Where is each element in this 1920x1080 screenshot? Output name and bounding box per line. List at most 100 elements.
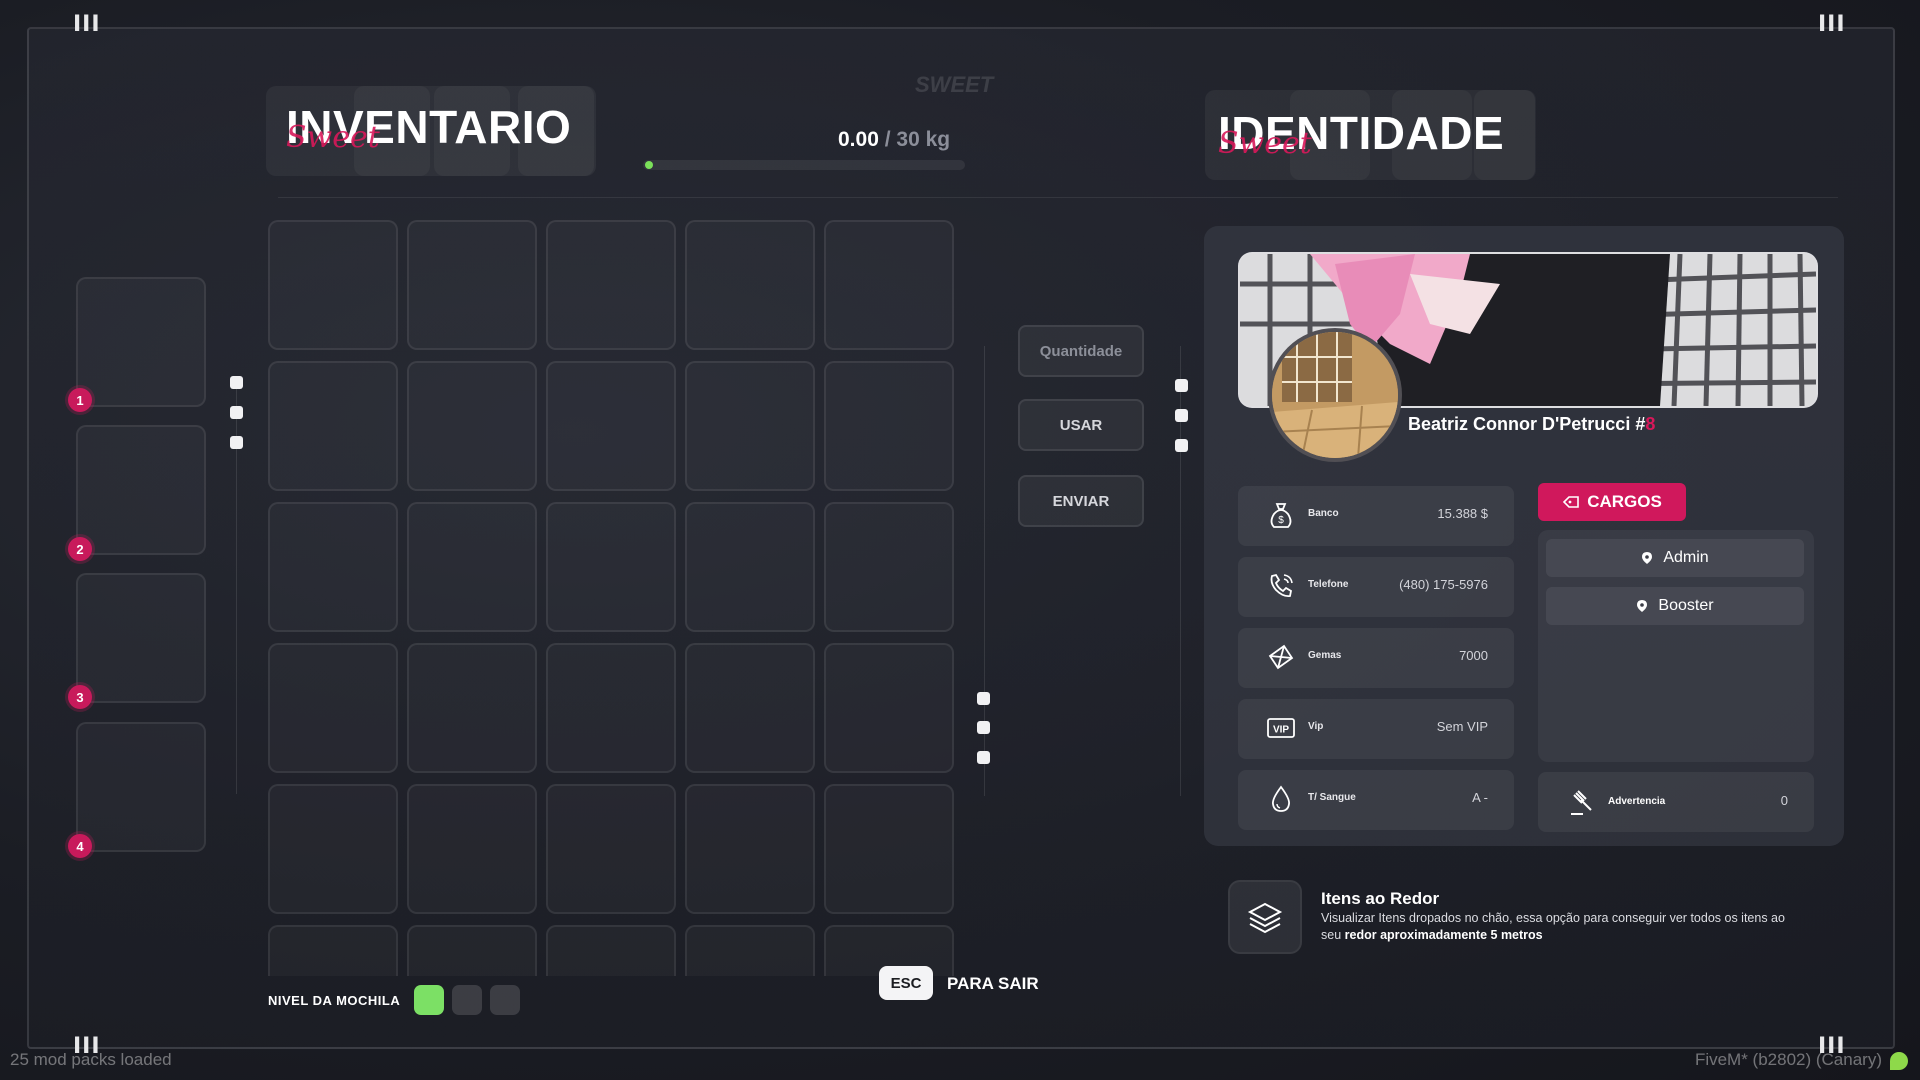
exit-label: PARA SAIR [947,974,1039,993]
backpack-level-1 [414,985,444,1015]
blood-drop-icon [1272,785,1290,812]
nearby-items-title: Itens ao Redor [1321,889,1440,908]
header-divider [278,197,1838,198]
cargos-button[interactable]: CARGOS [1538,483,1686,521]
inventory-slot[interactable] [407,784,537,914]
profile-avatar [1268,328,1402,462]
stat-label: T/ Sangue [1308,792,1356,803]
inventory-slot[interactable] [407,220,537,350]
role-item: Booster [1546,587,1804,625]
inventory-slot[interactable] [685,361,815,491]
nearby-items-button[interactable] [1228,880,1302,954]
use-button[interactable]: USAR [1018,399,1144,451]
inventory-slot[interactable] [824,220,954,350]
inventory-slot[interactable] [685,220,815,350]
hotbar-slot[interactable] [76,425,206,555]
quantity-input[interactable]: Quantidade [1018,325,1144,377]
send-button[interactable]: ENVIAR [1018,475,1144,527]
weight-current: 0.00 [838,128,879,151]
role-item: Admin [1546,539,1804,577]
scroll-dot [230,406,243,419]
inventory-title-script: Sweet [286,120,380,155]
inventory-grid [268,220,958,976]
stat-label: Vip [1308,721,1324,732]
hotbar-slot-number: 4 [68,834,92,858]
scroll-dot [1175,379,1188,392]
inventory-slot[interactable] [268,643,398,773]
hotbar-slot-number: 2 [68,537,92,561]
stat-value: 15.388 $ [1437,506,1488,521]
stat-bank: $ Banco 15.388 $ [1238,486,1514,546]
inventory-slot[interactable] [824,784,954,914]
vip-icon: VIP [1267,718,1295,738]
inventory-slot[interactable] [268,784,398,914]
hotbar-slot[interactable] [76,573,206,703]
inventory-slot[interactable] [407,925,537,976]
scroll-dot [1175,439,1188,452]
stat-value: A - [1472,790,1488,805]
stat-gems: Gemas 7000 [1238,628,1514,688]
scroll-dot [1175,409,1188,422]
inventory-slot[interactable] [685,643,815,773]
weight-bar [643,160,965,170]
inventory-slot[interactable] [407,643,537,773]
hotbar-slot[interactable] [76,277,206,407]
stat-phone: Telefone (480) 175-5976 [1238,557,1514,617]
weight-max: / 30 kg [884,128,951,151]
stat-warning: Advertencia 0 [1538,772,1814,832]
warning-value: 0 [1780,793,1788,808]
hotbar-slot-number: 1 [68,388,92,412]
fivem-version: FiveM* (b2802) (Canary) [1694,1050,1882,1069]
phone-icon [1270,573,1293,598]
inventory-slot[interactable] [685,925,815,976]
warning-label: Advertencia [1608,796,1666,807]
inventory-slot[interactable] [546,784,676,914]
inventory-slot[interactable] [546,220,676,350]
layers-icon [1247,902,1283,934]
inventory-slot[interactable] [268,361,398,491]
backpack-level-2 [452,985,482,1015]
inventory-slot[interactable] [824,643,954,773]
inventory-slot[interactable] [268,925,398,976]
inventory-slot[interactable] [685,784,815,914]
pin-icon [1642,552,1653,564]
inventory-slot[interactable] [685,502,815,632]
corner-mark-top-right: III [1818,12,1846,37]
role-label: Admin [1663,549,1709,566]
inventory-slot[interactable] [268,502,398,632]
identity-title-script: Sweet [1218,126,1312,161]
inventory-slot[interactable] [824,502,954,632]
player-id: 8 [1645,414,1656,434]
player-name-text: Beatriz Connor D'Petrucci # [1408,414,1646,434]
inventory-slot[interactable] [546,925,676,976]
avatar-image [1272,332,1398,458]
nearby-items-description: Visualizar Itens dropados no chão, essa … [1321,910,1791,944]
tag-icon [1563,496,1579,508]
stat-label: Banco [1308,508,1339,519]
stat-value: Sem VIP [1436,719,1488,734]
inventory-slot[interactable] [407,502,537,632]
esc-key[interactable]: ESC [879,966,933,1000]
inventory-slot[interactable] [268,220,398,350]
gem-icon [1268,644,1294,670]
gavel-icon [1571,790,1592,815]
weight-bar-fill [645,161,653,169]
weight-readout: 0.00 / 30 kg [838,128,950,152]
stat-label: Telefone [1308,579,1349,590]
mod-packs-status: 25 mod packs loaded [10,1050,172,1069]
inventory-slot[interactable] [546,502,676,632]
pin-icon [1637,600,1648,612]
scroll-dot [977,721,990,734]
hotbar-slot-number: 3 [68,685,92,709]
stat-label: Gemas [1308,650,1342,661]
hotbar-slot[interactable] [76,722,206,852]
nearby-desc-bold: redor aproximadamente 5 metros [1344,928,1543,942]
role-label: Booster [1658,597,1714,614]
backpack-level-label: NIVEL DA MOCHILA [268,993,401,1008]
backpack-level-3 [490,985,520,1015]
cargos-label: CARGOS [1587,492,1662,511]
inventory-slot[interactable] [546,643,676,773]
inventory-slot[interactable] [546,361,676,491]
inventory-slot[interactable] [824,361,954,491]
inventory-slot[interactable] [407,361,537,491]
